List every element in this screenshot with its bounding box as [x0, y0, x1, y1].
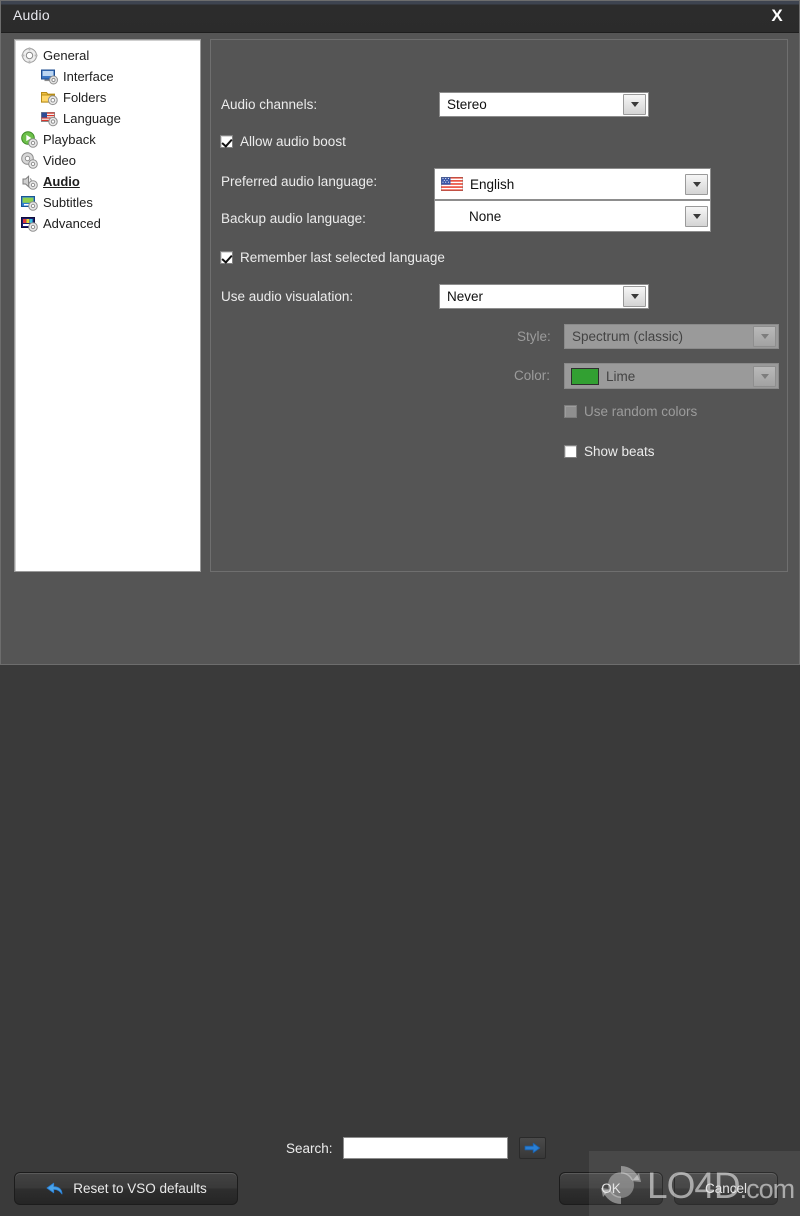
- audio-channels-value: Stereo: [447, 97, 487, 112]
- style-label: Style:: [517, 329, 551, 344]
- gear-icon: [21, 47, 38, 64]
- reset-to-defaults-label: Reset to VSO defaults: [73, 1181, 207, 1196]
- undo-arrow-icon: [46, 1182, 63, 1194]
- checkbox-box: [220, 251, 233, 264]
- checkbox-box: [564, 445, 577, 458]
- preferred-audio-language-select[interactable]: English: [434, 168, 711, 200]
- advanced-gear-icon: [21, 217, 38, 232]
- cancel-label: Cancel: [704, 1181, 748, 1196]
- dialog-footer: Search: Reset to VSO defaults OK Cancel: [1, 551, 800, 1216]
- sidebar-item-label: Interface: [63, 69, 114, 84]
- sidebar-item-language[interactable]: Language: [15, 108, 200, 129]
- flag-gear-icon: [41, 112, 58, 127]
- search-label: Search:: [286, 1141, 333, 1156]
- sidebar-item-label: Audio: [43, 174, 80, 189]
- audio-channels-select[interactable]: Stereo: [439, 92, 649, 117]
- us-flag-icon: [441, 177, 463, 191]
- preferred-audio-language-label: Preferred audio language:: [221, 174, 378, 189]
- sidebar-item-label: Video: [43, 153, 77, 168]
- ok-label: OK: [601, 1181, 621, 1196]
- chevron-down-icon: [753, 365, 776, 387]
- sidebar-item-label: Language: [63, 111, 121, 126]
- settings-tree[interactable]: General Interface Folders Language Playb…: [14, 39, 201, 572]
- play-gear-icon: [21, 131, 38, 148]
- backup-audio-language-value: None: [469, 208, 502, 224]
- subtitles-gear-icon: [21, 196, 38, 211]
- chevron-down-icon: [623, 94, 646, 115]
- chevron-down-icon: [623, 286, 646, 307]
- show-beats-checkbox[interactable]: Show beats: [564, 444, 655, 459]
- sidebar-item-playback[interactable]: Playback: [15, 129, 200, 150]
- color-swatch: [571, 367, 599, 385]
- backup-audio-language-select[interactable]: None: [434, 200, 711, 232]
- search-submit-button[interactable]: [519, 1137, 546, 1159]
- use-random-colors-checkbox[interactable]: Use random colors: [564, 404, 697, 419]
- audio-gear-icon: [22, 175, 38, 190]
- reset-to-defaults-button[interactable]: Reset to VSO defaults: [14, 1172, 238, 1205]
- video-gear-icon: [21, 152, 38, 169]
- settings-dialog: Audio X General Interface Folders Langua…: [0, 0, 800, 1216]
- sidebar-item-video[interactable]: Video: [15, 150, 200, 171]
- audio-channels-label: Audio channels:: [221, 97, 318, 112]
- color-label: Color:: [514, 368, 551, 383]
- use-random-colors-label: Use random colors: [584, 404, 698, 419]
- chevron-down-icon: [685, 205, 708, 227]
- cancel-button[interactable]: Cancel: [674, 1172, 778, 1205]
- folder-gear-icon: [41, 92, 58, 106]
- allow-audio-boost-label: Allow audio boost: [240, 134, 346, 149]
- sidebar-item-general[interactable]: General: [15, 45, 200, 66]
- show-beats-label: Show beats: [584, 444, 655, 459]
- use-audio-visualisation-select[interactable]: Never: [439, 284, 649, 309]
- sidebar-item-label: Advanced: [43, 216, 101, 231]
- sidebar-item-label: Folders: [63, 90, 107, 105]
- interface-gear-icon: [41, 69, 58, 85]
- sidebar-item-folders[interactable]: Folders: [15, 87, 200, 108]
- window-title: Audio: [13, 7, 50, 23]
- checkbox-box: [564, 405, 577, 418]
- use-audio-visualisation-value: Never: [447, 289, 484, 304]
- remember-last-language-label: Remember last selected language: [240, 250, 445, 265]
- ok-button[interactable]: OK: [559, 1172, 663, 1205]
- sidebar-item-audio[interactable]: Audio: [15, 171, 200, 192]
- sidebar-item-label: General: [43, 48, 90, 63]
- style-value: Spectrum (classic): [572, 329, 684, 344]
- sidebar-item-advanced[interactable]: Advanced: [15, 213, 200, 234]
- audio-settings-panel: Audio channels: Stereo Allow audio boost…: [210, 39, 788, 572]
- chevron-down-icon: [753, 326, 776, 347]
- sidebar-item-subtitles[interactable]: Subtitles: [15, 192, 200, 213]
- preferred-audio-language-value: English: [470, 176, 515, 192]
- sidebar-item-interface[interactable]: Interface: [15, 66, 200, 87]
- style-select[interactable]: Spectrum (classic): [564, 324, 779, 349]
- search-input[interactable]: [343, 1137, 508, 1159]
- checkbox-box: [220, 135, 233, 148]
- use-audio-visualisation-label: Use audio visualation:: [221, 289, 354, 304]
- dialog-body: General Interface Folders Language Playb…: [1, 33, 799, 572]
- backup-audio-language-label: Backup audio language:: [221, 211, 366, 226]
- sidebar-item-label: Subtitles: [43, 195, 93, 210]
- arrow-right-icon: [524, 1142, 541, 1154]
- close-icon[interactable]: X: [765, 5, 789, 27]
- remember-last-language-checkbox[interactable]: Remember last selected language: [220, 250, 445, 265]
- sidebar-item-label: Playback: [43, 132, 96, 147]
- allow-audio-boost-checkbox[interactable]: Allow audio boost: [220, 134, 346, 149]
- title-bar: Audio X: [1, 1, 799, 33]
- color-value: Lime: [606, 368, 636, 384]
- color-select[interactable]: Lime: [564, 363, 779, 389]
- chevron-down-icon: [685, 173, 708, 195]
